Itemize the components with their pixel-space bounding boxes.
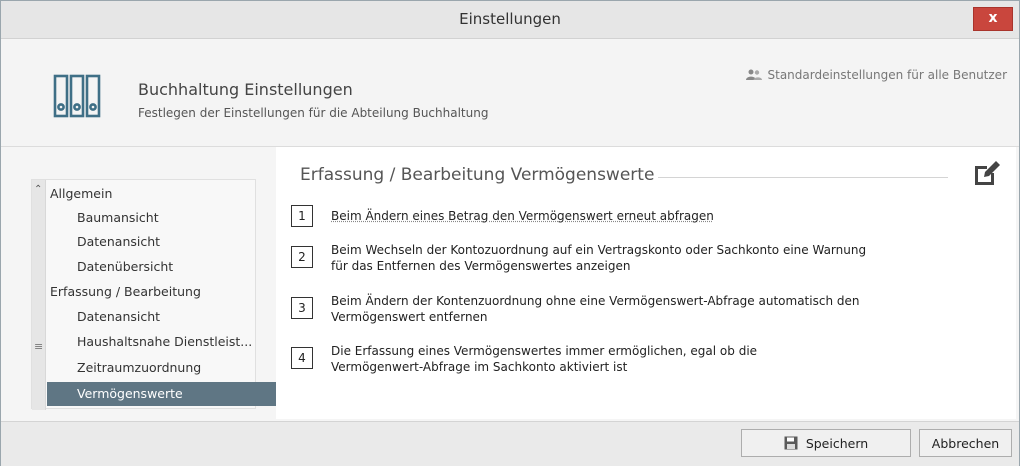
defaults-link-label: Standardeinstellungen für alle Benutzer: [767, 68, 1008, 82]
cancel-button[interactable]: Abbrechen: [919, 429, 1012, 457]
users-icon: [745, 69, 762, 80]
settings-tree[interactable]: ⌃ ≡ Allgemein Baumansicht Datenansicht D…: [31, 179, 285, 410]
save-button[interactable]: Speichern: [741, 429, 911, 457]
option-row-2[interactable]: 2 Beim Wechseln der Kontozuordnung auf e…: [291, 242, 871, 274]
tree-item-datenansicht-2[interactable]: Datenansicht: [77, 305, 160, 329]
chevron-up-icon[interactable]: ⌃: [34, 184, 42, 195]
header-subtitle: Festlegen der Einstellungen für die Abte…: [138, 106, 489, 120]
defaults-link[interactable]: Standardeinstellungen für alle Benutzer: [745, 68, 1008, 82]
tree-item-zeitraumzuordnung[interactable]: Zeitraumzuordnung: [77, 356, 201, 380]
option-row-4[interactable]: 4 Die Erfassung eines Vermögenswertes im…: [291, 343, 791, 375]
window-title: Einstellungen: [459, 10, 561, 28]
tree-item-haushaltsnahe[interactable]: Haushaltsnahe Dienstleist...: [77, 330, 252, 354]
tree-item-baumansicht[interactable]: Baumansicht: [77, 206, 159, 230]
option-number[interactable]: 2: [291, 246, 313, 268]
option-number[interactable]: 1: [291, 205, 313, 227]
option-row-1[interactable]: 1 Beim Ändern eines Betrag den Vermögens…: [291, 205, 771, 227]
section-title: Erfassung / Bearbeitung Vermögenswerte: [300, 165, 655, 185]
scroll-grip-icon[interactable]: ≡: [34, 340, 43, 353]
option-text: Beim Wechseln der Kontozuordnung auf ein…: [331, 243, 867, 273]
tree-item-vermoegenswerte[interactable]: Vermögenswerte: [47, 382, 285, 406]
header-title: Buchhaltung Einstellungen: [138, 80, 353, 99]
option-text: Die Erfassung eines Vermögenswertes imme…: [331, 344, 758, 374]
close-button[interactable]: x: [973, 7, 1013, 31]
settings-header: Buchhaltung Einstellungen Festlegen der …: [1, 40, 1019, 147]
settings-window: Einstellungen x Buchhaltung Einstellunge…: [0, 0, 1020, 466]
tree-item-datenansicht[interactable]: Datenansicht: [77, 230, 160, 254]
tree-group-erfassung[interactable]: Erfassung / Bearbeitung: [50, 280, 201, 304]
edit-icon[interactable]: [972, 158, 1002, 188]
settings-content: Erfassung / Bearbeitung Vermögenswerte 1…: [276, 147, 1016, 419]
option-text: Beim Ändern der Kontenzuordnung ohne ein…: [331, 294, 860, 324]
option-text: Beim Ändern eines Betrag den Vermögenswe…: [331, 209, 714, 223]
dialog-footer: Speichern Abbrechen: [1, 421, 1019, 466]
save-button-label: Speichern: [805, 435, 869, 451]
tree-group-allgemein[interactable]: Allgemein: [50, 182, 112, 206]
option-number[interactable]: 4: [291, 347, 313, 369]
section-divider: [658, 177, 948, 178]
title-bar[interactable]: Einstellungen x: [1, 1, 1019, 39]
option-number[interactable]: 3: [291, 297, 313, 319]
option-row-3[interactable]: 3 Beim Ändern der Kontenzuordnung ohne e…: [291, 293, 891, 325]
floppy-disk-icon: [784, 436, 798, 450]
tree-scrollbar[interactable]: ⌃ ≡: [32, 180, 46, 410]
tree-item-datenuebersicht[interactable]: Datenübersicht: [77, 255, 173, 279]
binders-icon: [53, 74, 101, 118]
